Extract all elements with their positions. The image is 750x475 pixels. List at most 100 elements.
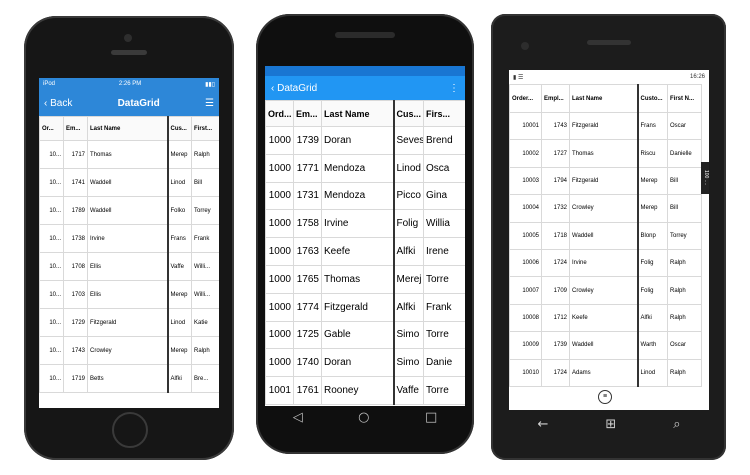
- table-row[interactable]: 1000 1771 Mendoza Linod Osca: [265, 153, 465, 183]
- table-cell[interactable]: 10...: [39, 168, 64, 197]
- table-row[interactable]: 1000 1740 Doran Simo Danie: [265, 348, 465, 378]
- column-header[interactable]: First...: [191, 116, 219, 141]
- datagrid[interactable]: Ord... Em... Last Name Cus... Firs... 1000 17…: [265, 100, 465, 405]
- table-cell[interactable]: 1000: [265, 209, 294, 239]
- table-row[interactable]: 10004 1732 Crowley Merep Bill: [509, 194, 702, 223]
- column-header[interactable]: Order...: [509, 84, 542, 113]
- table-row[interactable]: 10... 1717 Thomas Merep Ralph: [39, 140, 219, 169]
- table-cell[interactable]: Riscu: [637, 139, 668, 168]
- table-cell[interactable]: Crowley: [569, 194, 639, 223]
- column-header[interactable]: Em...: [293, 100, 322, 127]
- table-cell[interactable]: Merep: [637, 166, 668, 196]
- table-cell[interactable]: Simo: [393, 348, 424, 378]
- table-cell[interactable]: 1774: [293, 292, 322, 322]
- table-cell[interactable]: Seves: [393, 126, 424, 155]
- table-row[interactable]: 10... 1719 Betts Alfki Bre...: [39, 364, 219, 393]
- table-cell[interactable]: Merep: [167, 280, 192, 309]
- table-cell[interactable]: Crowley: [87, 336, 169, 365]
- table-cell[interactable]: 1000: [265, 320, 294, 350]
- column-header[interactable]: Empl...: [541, 84, 570, 113]
- table-row[interactable]: 10... 1743 Crowley Merep Ralph: [39, 336, 219, 365]
- table-cell[interactable]: Torrey: [667, 221, 702, 250]
- table-cell[interactable]: Ralph: [667, 276, 702, 305]
- table-cell[interactable]: 1761: [293, 376, 322, 405]
- table-cell[interactable]: 10...: [39, 280, 64, 309]
- table-cell[interactable]: Warth: [637, 331, 668, 360]
- nav-button-icon[interactable]: ⌕: [673, 417, 680, 432]
- table-cell[interactable]: 1732: [541, 194, 570, 223]
- table-cell[interactable]: 1741: [63, 168, 88, 197]
- table-cell[interactable]: Ralph: [667, 248, 702, 278]
- nav-button-icon[interactable]: ←: [537, 417, 548, 432]
- table-cell[interactable]: Folig: [637, 248, 668, 278]
- table-cell[interactable]: 1000: [265, 126, 294, 155]
- table-cell[interactable]: 1724: [541, 248, 570, 278]
- table-cell[interactable]: Willia: [423, 209, 465, 239]
- table-cell[interactable]: Folig: [393, 209, 424, 239]
- table-cell[interactable]: Keefe: [569, 303, 639, 333]
- table-cell[interactable]: 10006: [509, 248, 542, 278]
- table-cell[interactable]: 10002: [509, 139, 542, 168]
- table-cell[interactable]: 1718: [541, 221, 570, 250]
- hamburger-menu-icon[interactable]: ☰: [205, 98, 214, 109]
- table-row[interactable]: 1000 1731 Mendoza Picco Gina: [265, 181, 465, 211]
- table-cell[interactable]: 10...: [39, 336, 64, 365]
- table-row[interactable]: 1000 1739 Doran Seves Brend: [265, 126, 465, 155]
- table-cell[interactable]: 10...: [39, 308, 64, 337]
- table-cell[interactable]: 1743: [63, 336, 88, 365]
- table-cell[interactable]: Danielle: [667, 139, 702, 168]
- table-cell[interactable]: Bre...: [191, 364, 219, 393]
- table-cell[interactable]: 1724: [541, 358, 570, 387]
- table-cell[interactable]: Osca: [423, 153, 465, 183]
- nav-button-icon[interactable]: ○: [358, 410, 369, 425]
- table-cell[interactable]: Picco: [393, 181, 424, 211]
- table-cell[interactable]: Betts: [87, 364, 169, 393]
- table-cell[interactable]: 1729: [63, 308, 88, 337]
- column-header[interactable]: Cus...: [393, 100, 424, 127]
- table-cell[interactable]: 1789: [63, 196, 88, 225]
- table-cell[interactable]: Waddell: [569, 331, 639, 360]
- table-cell[interactable]: Folig: [637, 276, 668, 305]
- table-cell[interactable]: Torre: [423, 320, 465, 350]
- table-cell[interactable]: Thomas: [569, 139, 639, 168]
- table-cell[interactable]: Doran: [321, 348, 395, 378]
- table-cell[interactable]: Frans: [637, 111, 668, 141]
- table-cell[interactable]: Folko: [167, 196, 192, 225]
- table-row[interactable]: 1000 1758 Irvine Folig Willia: [265, 209, 465, 239]
- table-cell[interactable]: 1000: [265, 181, 294, 211]
- table-cell[interactable]: Alfki: [167, 364, 192, 393]
- table-cell[interactable]: Bill: [667, 166, 702, 196]
- table-cell[interactable]: Irvine: [321, 209, 395, 239]
- table-cell[interactable]: 10004: [509, 194, 542, 223]
- table-cell[interactable]: Bill: [667, 194, 702, 223]
- table-cell[interactable]: 1001: [265, 376, 294, 405]
- table-row[interactable]: 10... 1703 Ellis Merep Willi...: [39, 280, 219, 309]
- column-header[interactable]: Last Name: [569, 84, 639, 113]
- table-cell[interactable]: Torre: [423, 376, 465, 405]
- table-cell[interactable]: 1717: [63, 140, 88, 169]
- table-cell[interactable]: Linod: [167, 168, 192, 197]
- table-cell[interactable]: 1738: [63, 224, 88, 253]
- table-cell[interactable]: Linod: [637, 358, 668, 387]
- table-cell[interactable]: Merep: [637, 194, 668, 223]
- table-cell[interactable]: Torre: [423, 264, 465, 294]
- table-cell[interactable]: 10008: [509, 303, 542, 333]
- table-cell[interactable]: Bill: [191, 168, 219, 197]
- nav-button-icon[interactable]: □: [425, 410, 437, 425]
- table-cell[interactable]: Merep: [167, 336, 192, 365]
- table-cell[interactable]: 1727: [541, 139, 570, 168]
- table-cell[interactable]: Keefe: [321, 237, 395, 266]
- table-row[interactable]: 10009 1739 Waddell Warth Oscar: [509, 331, 702, 360]
- table-cell[interactable]: Ralph: [191, 140, 219, 169]
- table-cell[interactable]: 1712: [541, 303, 570, 333]
- table-cell[interactable]: Ralph: [191, 336, 219, 365]
- table-cell[interactable]: Blonp: [637, 221, 668, 250]
- column-header[interactable]: Or...: [39, 116, 64, 141]
- table-cell[interactable]: 1771: [293, 153, 322, 183]
- nav-button-icon[interactable]: ◁: [293, 410, 303, 425]
- table-row[interactable]: 10010 1724 Adams Linod Ralph: [509, 358, 702, 387]
- table-cell[interactable]: 10007: [509, 276, 542, 305]
- table-row[interactable]: 10... 1738 Irvine Frans Frank: [39, 224, 219, 253]
- table-cell[interactable]: Linod: [167, 308, 192, 337]
- table-cell[interactable]: Gina: [423, 181, 465, 211]
